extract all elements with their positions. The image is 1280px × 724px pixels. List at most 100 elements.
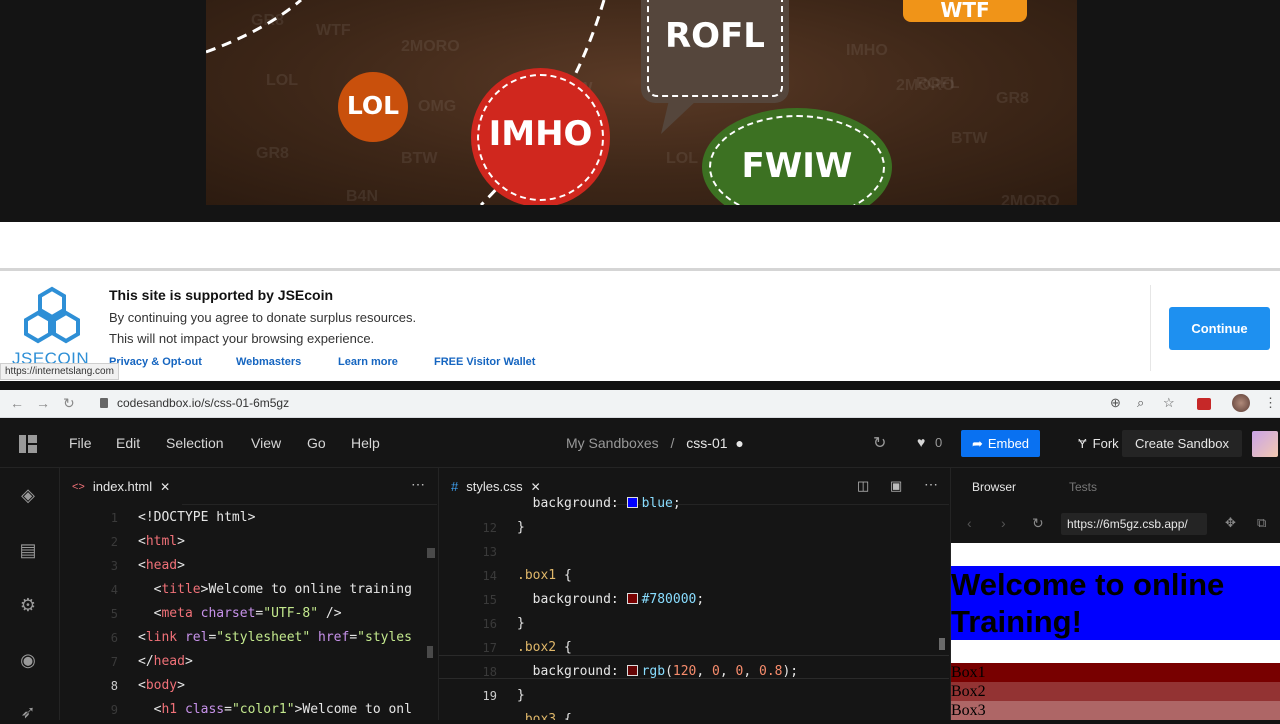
move-icon[interactable]: ✥ [1225,515,1236,531]
imho-bubble: IMHO [471,68,610,205]
tab-tests[interactable]: Tests [1069,480,1097,494]
code-token: .box3 [517,712,557,720]
menu-help[interactable]: Help [351,435,380,451]
rofl-text: ROFL [665,16,765,56]
privacy-opt-out-link[interactable]: Privacy & Opt-out [109,356,202,368]
code-token: .box1 [517,568,557,583]
create-sandbox-button[interactable]: Create Sandbox [1122,430,1242,457]
heart-icon[interactable]: ♥ [917,434,925,450]
color-swatch [626,593,638,604]
menu-go[interactable]: Go [307,435,326,451]
internet-slang-illustration: GR8WTF2MOROLOLOMGBTWB4NGR8BTWLOLIMHO2MOR… [206,0,1077,205]
tab-browser[interactable]: Browser [972,480,1016,494]
install-icon[interactable]: ⊕ [1110,395,1121,411]
back-arrow-icon[interactable]: ← [10,395,24,411]
menu-selection[interactable]: Selection [166,435,224,451]
user-avatar[interactable] [1252,431,1278,457]
line-number: 8 [110,679,118,693]
ad-title: This site is supported by JSEcoin [109,287,334,303]
preview-url-input[interactable]: https://6m5gz.csb.app/ [1061,513,1207,535]
code-line: <h1 class="color1">Welcome to onl [138,702,412,717]
kebab-menu-icon[interactable]: ⋮ [1264,395,1277,411]
code-token: { [556,712,572,720]
preview-toggle-icon[interactable]: ▣ [890,478,902,494]
rocket-icon[interactable]: ➶ [17,702,39,724]
reload-icon[interactable]: ↻ [63,395,75,412]
code-token: "styles [357,630,412,645]
forward-icon[interactable]: › [1001,515,1006,531]
code-token: charset [200,606,256,621]
link-status-bubble: https://internetslang.com [0,363,119,380]
code-line: <title>Welcome to online training [138,582,412,597]
code-line: } [517,616,525,631]
fork-icon: Ɏ [1078,436,1087,451]
webmasters-link[interactable]: Webmasters [236,356,301,368]
line-number: 6 [110,631,118,645]
gear-icon[interactable]: ⚙ [17,595,39,617]
code-token: >Welcome to onl [294,702,412,717]
code-token: } [517,688,525,703]
tab-index-html[interactable]: <> index.html ✕ [60,468,183,505]
code-token: >Welcome to online training [200,582,412,597]
back-icon[interactable]: ‹ [967,515,972,531]
lol-bubble: LOL [338,72,408,142]
close-icon[interactable]: ✕ [531,480,541,494]
code-line: background: blue; [517,496,681,511]
line-number: 17 [482,641,497,655]
continue-button[interactable]: Continue [1169,307,1270,350]
fork-label: Fork [1092,436,1119,451]
bookmark-star-icon[interactable]: ☆ [1163,395,1175,411]
split-editor-icon[interactable]: ◫ [857,478,869,494]
line-number: 16 [482,617,497,631]
breadcrumb: My Sandboxes / css-01 ● [566,435,744,451]
code-token: </ [138,654,154,669]
line-number: 15 [482,593,497,607]
activity-bar: ◈ ▤ ⚙ ◉ ➶ [0,468,58,722]
breadcrumb-my-sandboxes[interactable]: My Sandboxes [566,435,659,451]
more-actions-icon[interactable]: ⋯ [411,476,425,493]
file-icon[interactable]: ▤ [17,540,39,562]
code-line: .box2 { [517,640,572,655]
address-url[interactable]: codesandbox.io/s/css-01-6m5gz [117,396,289,410]
line-number: 13 [482,545,497,559]
zoom-icon[interactable]: ⌕ [1137,395,1144,411]
breadcrumb-sandbox-name[interactable]: css-01 [686,435,727,451]
preview-tabs: Browser Tests [951,468,1280,505]
code-token: href [318,630,350,645]
browser-preview-pane: Browser Tests ‹ › ↻ https://6m5gz.csb.ap… [950,468,1280,720]
close-icon[interactable]: ✕ [160,480,170,494]
imho-text: IMHO [488,114,593,154]
code-token: < [138,702,162,717]
code-token: blue [641,496,673,511]
code-token: background: [517,496,627,511]
menu-file[interactable]: File [69,435,92,451]
csb-logo-icon[interactable] [19,435,37,453]
refresh-icon[interactable]: ↻ [1032,515,1044,532]
more-actions-icon[interactable]: ⋯ [924,476,938,493]
code-line: <!DOCTYPE html> [138,510,255,525]
code-token: rel [184,630,209,645]
refresh-icon[interactable]: ↻ [873,433,886,453]
open-external-icon[interactable]: ⧉ [1257,515,1266,531]
editor-index-html: <> index.html ✕ ⋯ 1 <!DOCTYPE html> 2 <html… [59,468,437,720]
learn-more-link[interactable]: Learn more [338,356,398,368]
github-icon[interactable]: ◉ [17,650,39,672]
profile-avatar[interactable] [1232,394,1250,412]
cube-icon[interactable]: ◈ [17,485,39,507]
code-token: < [138,630,146,645]
free-visitor-wallet-link[interactable]: FREE Visitor Wallet [434,356,535,368]
rofl-bubble: ROFL [641,0,789,103]
ad-divider [1150,285,1151,371]
rendered-box3: Box3 [951,701,1280,720]
code-token: < [138,534,146,549]
menu-edit[interactable]: Edit [116,435,140,451]
forward-arrow-icon[interactable]: → [36,395,50,411]
embed-button[interactable]: ➦ Embed [961,430,1040,457]
fork-button[interactable]: Ɏ Fork [1078,430,1119,457]
color-swatch [626,497,638,508]
extension-icon[interactable] [1197,398,1211,410]
menu-view[interactable]: View [251,435,281,451]
